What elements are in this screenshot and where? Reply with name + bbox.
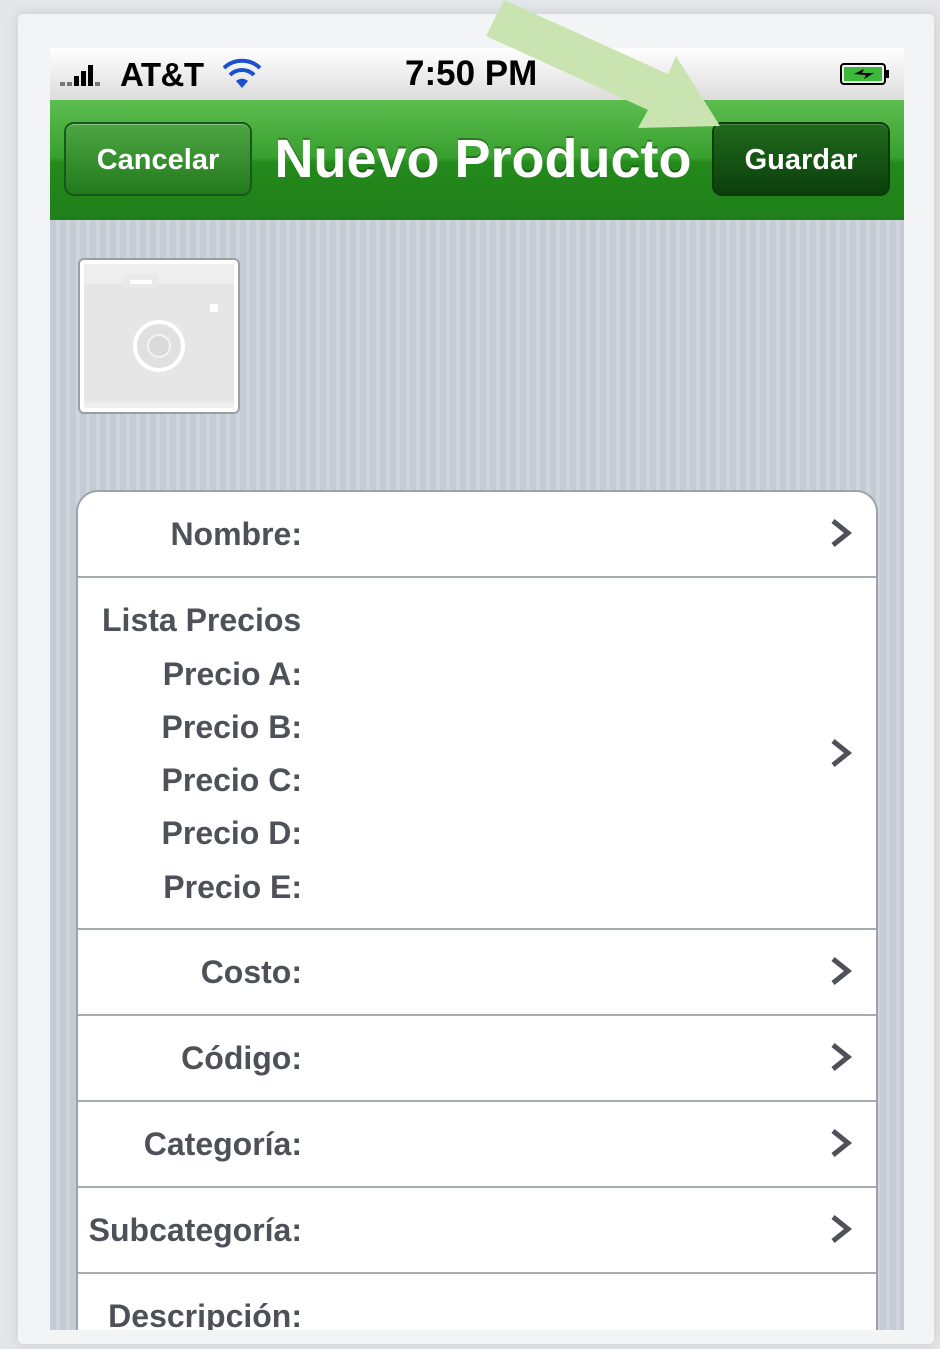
- cancel-button[interactable]: Cancelar: [64, 122, 252, 196]
- nombre-label: Nombre:: [170, 516, 302, 552]
- precio-c-label: Precio C:: [161, 762, 302, 798]
- signal-bars-icon: [60, 65, 100, 86]
- chevron-right-icon: [831, 1215, 853, 1243]
- lista-precios-title: Lista Precios: [102, 602, 302, 638]
- precio-b-label: Precio B:: [161, 709, 302, 745]
- categoria-row[interactable]: Categoría:: [78, 1102, 876, 1188]
- nombre-row[interactable]: Nombre:: [78, 492, 876, 578]
- save-button[interactable]: Guardar: [712, 122, 890, 196]
- codigo-label: Código:: [181, 1040, 302, 1076]
- carrier-name: AT&T: [120, 56, 204, 93]
- chevron-right-icon: [831, 1129, 853, 1157]
- precio-e-label: Precio E:: [163, 869, 302, 905]
- navigation-bar: Cancelar Nuevo Producto Guardar: [50, 100, 904, 222]
- categoria-label: Categoría:: [143, 1126, 302, 1162]
- product-photo-button[interactable]: [78, 258, 240, 414]
- form-content: Nombre: Lista Precios Precio A: Precio B…: [50, 220, 904, 1330]
- status-time: 7:50 PM: [405, 54, 538, 93]
- precio-d-label: Precio D:: [161, 815, 302, 851]
- descripcion-label: Descripción:: [108, 1298, 302, 1330]
- costo-label: Costo:: [200, 954, 302, 990]
- precio-a-label: Precio A:: [162, 656, 302, 692]
- subcategoria-row[interactable]: Subcategoría:: [78, 1188, 876, 1274]
- chevron-right-icon: [831, 739, 853, 767]
- chevron-right-icon: [831, 519, 853, 547]
- battery-charging-icon: [840, 63, 889, 85]
- subcategoria-label: Subcategoría:: [88, 1212, 302, 1248]
- codigo-row[interactable]: Código:: [78, 1016, 876, 1102]
- phone-screen: AT&T 7:50 PM Cancelar Nuevo Producto Gua…: [50, 48, 904, 1330]
- status-bar: AT&T 7:50 PM: [50, 48, 904, 100]
- descripcion-row[interactable]: Descripción:: [78, 1274, 876, 1330]
- page-title: Nuevo Producto: [274, 129, 692, 189]
- camera-placeholder-icon: [84, 264, 234, 408]
- product-form-table: Nombre: Lista Precios Precio A: Precio B…: [76, 490, 878, 1330]
- lista-precios-row[interactable]: Lista Precios Precio A: Precio B: Precio…: [78, 578, 876, 930]
- costo-row[interactable]: Costo:: [78, 930, 876, 1016]
- chevron-right-icon: [831, 957, 853, 985]
- wifi-icon: [222, 58, 262, 88]
- chevron-right-icon: [831, 1043, 853, 1071]
